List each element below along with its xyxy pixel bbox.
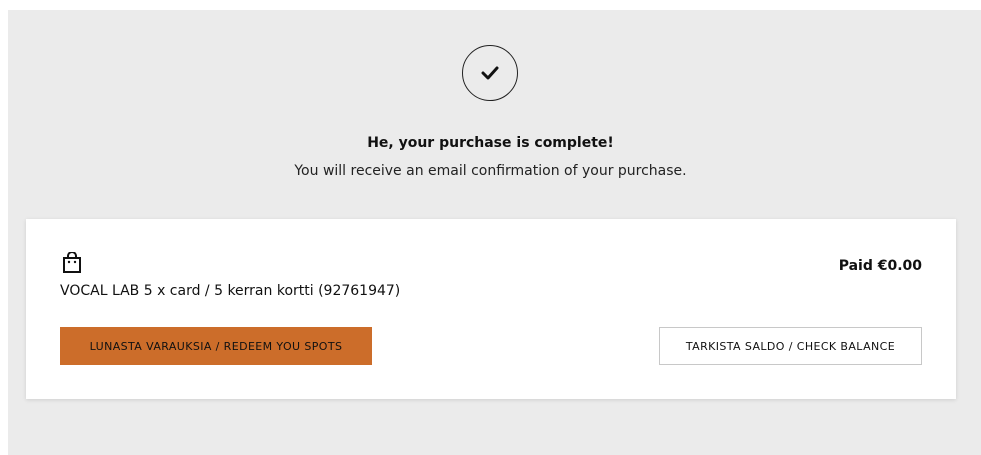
- confirmation-subtitle: You will receive an email confirmation o…: [294, 163, 687, 179]
- product-name: VOCAL LAB 5 x card / 5 kerran kortti (92…: [60, 283, 401, 299]
- order-card: VOCAL LAB 5 x card / 5 kerran kortti (92…: [26, 219, 956, 399]
- redeem-spots-button[interactable]: LUNASTA VARAUKSIA / REDEEM YOU SPOTS: [60, 327, 372, 365]
- confirmation-title: He, your purchase is complete!: [367, 135, 614, 151]
- check-balance-button[interactable]: TARKISTA SALDO / CHECK BALANCE: [659, 327, 922, 365]
- checkmark-icon: [462, 45, 518, 101]
- shopping-bag-icon: [62, 251, 82, 278]
- paid-amount: Paid €0.00: [838, 258, 922, 274]
